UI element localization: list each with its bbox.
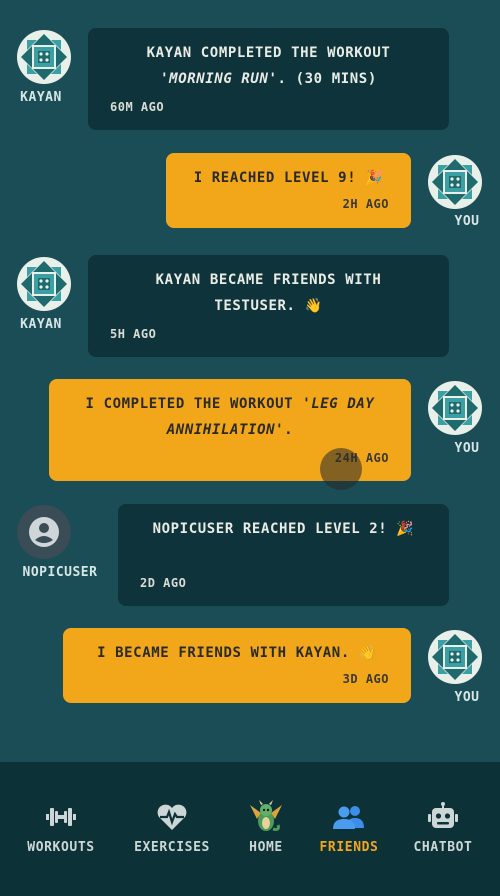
quilt-pattern-avatar[interactable] xyxy=(17,30,71,84)
message-timestamp: 60M AGO xyxy=(110,100,165,114)
username-label: YOU xyxy=(454,690,480,705)
quilt-pattern-avatar[interactable] xyxy=(428,381,482,435)
username-label: KAYAN xyxy=(20,90,62,105)
people-icon xyxy=(299,800,399,834)
message-bubble: I BECAME FRIENDS WITH KAYAN. 👋 3D AGO xyxy=(63,628,411,703)
nav-label: EXERCISES xyxy=(134,840,210,855)
username-label: YOU xyxy=(454,214,480,229)
quilt-pattern-avatar[interactable] xyxy=(17,257,71,311)
nav-item-workouts[interactable]: WORKOUTS xyxy=(11,800,111,855)
quilt-pattern-avatar[interactable] xyxy=(428,155,482,209)
heart-pulse-icon xyxy=(122,800,222,834)
nav-label: FRIENDS xyxy=(319,840,379,855)
nav-item-chatbot[interactable]: CHATBOT xyxy=(393,800,493,855)
nav-item-exercises[interactable]: EXERCISES xyxy=(122,800,222,855)
message-timestamp: 2H AGO xyxy=(342,197,389,211)
message-text: I COMPLETED THE WORKOUT 'LEG DAY ANNIHIL… xyxy=(85,396,375,438)
username-label: NOPICUSER xyxy=(22,565,98,580)
message-text: I BECAME FRIENDS WITH KAYAN. 👋 xyxy=(97,645,377,661)
message-bubble: KAYAN BECAME FRIENDS WITH TESTUSER. 👋 5H… xyxy=(88,255,449,357)
username-label: YOU xyxy=(454,441,480,456)
activity-feed[interactable]: KAYAN KAYAN COMPLETED THE WORKOUT 'MORNI… xyxy=(0,0,500,762)
default-person-avatar[interactable] xyxy=(17,505,71,559)
message-text: NOPICUSER REACHED LEVEL 2! 🎉 xyxy=(152,521,415,537)
dumbbell-icon xyxy=(11,800,111,834)
message-timestamp: 2D AGO xyxy=(140,576,187,590)
message-bubble: KAYAN COMPLETED THE WORKOUT 'MORNING RUN… xyxy=(88,28,449,130)
message-timestamp: 5H AGO xyxy=(110,327,157,341)
message-bubble: NOPICUSER REACHED LEVEL 2! 🎉 2D AGO xyxy=(118,504,449,606)
message-text: KAYAN BECAME FRIENDS WITH TESTUSER. 👋 xyxy=(155,272,382,314)
nav-label: CHATBOT xyxy=(413,840,473,855)
nav-label: WORKOUTS xyxy=(27,840,95,855)
message-text: I REACHED LEVEL 9! 🎉 xyxy=(193,170,384,186)
nav-item-friends[interactable]: FRIENDS xyxy=(299,800,399,855)
robot-icon xyxy=(393,800,493,834)
message-timestamp: 3D AGO xyxy=(342,672,389,686)
bottom-navigation: WORKOUTS EXERCISES HOME FRIENDS CHATBOT xyxy=(0,762,500,896)
quilt-pattern-avatar[interactable] xyxy=(428,630,482,684)
message-bubble: I REACHED LEVEL 9! 🎉 2H AGO xyxy=(166,153,411,228)
touch-ripple xyxy=(320,448,362,490)
message-text: KAYAN COMPLETED THE WORKOUT 'MORNING RUN… xyxy=(146,45,391,87)
username-label: KAYAN xyxy=(20,317,62,332)
